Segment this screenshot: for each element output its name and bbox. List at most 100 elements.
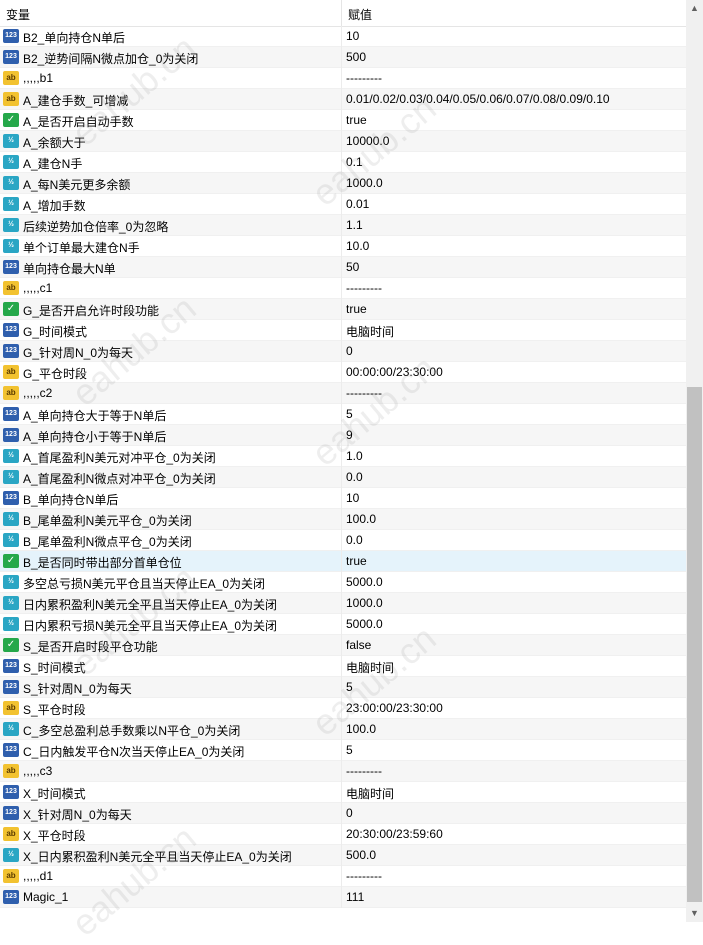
table-row[interactable]: ½ B_尾单盈利N美元平仓_0为关闭 100.0	[0, 509, 686, 530]
variable-value[interactable]: 5	[346, 407, 353, 421]
table-row[interactable]: ✓ A_是否开启自动手数 true	[0, 110, 686, 131]
table-row[interactable]: ½ A_首尾盈利N微点对冲平仓_0为关闭 0.0	[0, 467, 686, 488]
variable-value[interactable]: 5000.0	[346, 617, 383, 631]
variable-name: B_尾单盈利N微点平仓_0为关闭	[23, 535, 192, 549]
table-row[interactable]: 123 单向持仓最大N单 50	[0, 257, 686, 278]
variable-value[interactable]: 0.0	[346, 533, 363, 547]
column-header-variable[interactable]: 变量	[6, 6, 30, 23]
table-row[interactable]: ½ 后续逆势加仓倍率_0为忽略 1.1	[0, 215, 686, 236]
column-divider[interactable]	[341, 0, 342, 26]
table-row[interactable]: ab ,,,,,c2 ---------	[0, 383, 686, 404]
table-row[interactable]: ½ B_尾单盈利N微点平仓_0为关闭 0.0	[0, 530, 686, 551]
table-row[interactable]: ab ,,,,,c3 ---------	[0, 761, 686, 782]
table-row[interactable]: ½ 日内累积亏损N美元全平且当天停止EA_0为关闭 5000.0	[0, 614, 686, 635]
table-row[interactable]: 123 B2_逆势间隔N微点加仓_0为关闭 500	[0, 47, 686, 68]
variable-value[interactable]: 10	[346, 491, 359, 505]
variable-value[interactable]: true	[346, 113, 367, 127]
table-row[interactable]: ✓ S_是否开启时段平仓功能 false	[0, 635, 686, 656]
variable-value[interactable]: 500.0	[346, 848, 376, 862]
variable-value[interactable]: 0.0	[346, 470, 363, 484]
table-row[interactable]: ab ,,,,,d1 ---------	[0, 866, 686, 887]
variable-value[interactable]: 500	[346, 50, 366, 64]
variable-value[interactable]: ---------	[346, 869, 382, 883]
table-row[interactable]: ½ X_日内累积盈利N美元全平且当天停止EA_0为关闭 500.0	[0, 845, 686, 866]
table-row[interactable]: 123 B_单向持仓N单后 10	[0, 488, 686, 509]
variable-value[interactable]: 5	[346, 743, 353, 757]
table-row[interactable]: ½ 单个订单最大建仓N手 10.0	[0, 236, 686, 257]
table-row[interactable]: 123 G_针对周N_0为每天 0	[0, 341, 686, 362]
table-row[interactable]: 123 S_时间模式 电脑时间	[0, 656, 686, 677]
table-row[interactable]: 123 S_针对周N_0为每天 5	[0, 677, 686, 698]
variable-value[interactable]: 1000.0	[346, 176, 383, 190]
table-row[interactable]: 123 B2_单向持仓N单后 10	[0, 26, 686, 47]
variable-value[interactable]: true	[346, 302, 367, 316]
column-header-value[interactable]: 赋值	[348, 6, 372, 23]
variable-name: ,,,,,c2	[23, 386, 53, 400]
table-row[interactable]: ½ A_每N美元更多余额 1000.0	[0, 173, 686, 194]
scroll-up-icon[interactable]: ▲	[686, 0, 703, 17]
table-row[interactable]: ½ A_建仓N手 0.1	[0, 152, 686, 173]
table-row[interactable]: ½ 多空总亏损N美元平仓且当天停止EA_0为关闭 5000.0	[0, 572, 686, 593]
table-row[interactable]: ab ,,,,,c1 ---------	[0, 278, 686, 299]
table-row[interactable]: 123 X_针对周N_0为每天 0	[0, 803, 686, 824]
integer-icon: 123	[3, 806, 19, 820]
double-icon: ½	[3, 449, 19, 463]
variable-value[interactable]: 23:00:00/23:30:00	[346, 701, 443, 715]
variable-value[interactable]: ---------	[346, 386, 382, 400]
table-row[interactable]: ½ 日内累积盈利N美元全平且当天停止EA_0为关闭 1000.0	[0, 593, 686, 614]
scroll-down-icon[interactable]: ▼	[686, 905, 703, 922]
variable-value[interactable]: ---------	[346, 71, 382, 85]
variable-value[interactable]: 1.1	[346, 218, 363, 232]
variable-value[interactable]: 50	[346, 260, 359, 274]
table-row[interactable]: 123 X_时间模式 电脑时间	[0, 782, 686, 803]
table-row[interactable]: ab A_建仓手数_可增减 0.01/0.02/0.03/0.04/0.05/0.0…	[0, 89, 686, 110]
table-row[interactable]: 123 A_单向持仓大于等于N单后 5	[0, 404, 686, 425]
table-row[interactable]: ab G_平仓时段 00:00:00/23:30:00	[0, 362, 686, 383]
variable-value[interactable]: ---------	[346, 764, 382, 778]
variable-value[interactable]: 0.01	[346, 197, 369, 211]
double-icon: ½	[3, 596, 19, 610]
variable-value[interactable]: 20:30:00/23:59:60	[346, 827, 443, 841]
variable-value[interactable]: 1.0	[346, 449, 363, 463]
table-row[interactable]: ½ C_多空总盈利总手数乘以N平仓_0为关闭 100.0	[0, 719, 686, 740]
inputs-grid: 变量 赋值 123 B2_单向持仓N单后 10 123 B2_逆势间隔N微点加仓_0为关…	[0, 0, 686, 922]
scrollbar-thumb[interactable]	[687, 387, 702, 902]
variable-value[interactable]: 5000.0	[346, 575, 383, 589]
vertical-scrollbar[interactable]: ▲ ▼	[686, 0, 703, 922]
variable-value[interactable]: 电脑时间	[346, 785, 394, 802]
variable-value[interactable]: 0.01/0.02/0.03/0.04/0.05/0.06/0.07/0.08/…	[346, 92, 610, 106]
table-row[interactable]: ✓ G_是否开启允许时段功能 true	[0, 299, 686, 320]
table-row[interactable]: ab ,,,,,b1 ---------	[0, 68, 686, 89]
table-row[interactable]: 123 Magic_1 111	[0, 887, 686, 908]
table-row[interactable]: ✓ B_是否同时带出部分首单仓位 true	[0, 551, 686, 572]
variable-value[interactable]: 9	[346, 428, 353, 442]
variable-value[interactable]: 0	[346, 344, 353, 358]
variable-value[interactable]: 10000.0	[346, 134, 389, 148]
variable-value[interactable]: 0.1	[346, 155, 363, 169]
table-row[interactable]: ab S_平仓时段 23:00:00/23:30:00	[0, 698, 686, 719]
variable-value[interactable]: 00:00:00/23:30:00	[346, 365, 443, 379]
variable-value[interactable]: true	[346, 554, 367, 568]
variable-name: G_针对周N_0为每天	[23, 346, 134, 360]
cell-divider	[341, 551, 342, 572]
variable-value[interactable]: 111	[346, 890, 364, 904]
table-row[interactable]: ½ A_首尾盈利N美元对冲平仓_0为关闭 1.0	[0, 446, 686, 467]
variable-value[interactable]: 100.0	[346, 512, 376, 526]
variable-value[interactable]: 5	[346, 680, 353, 694]
integer-icon: 123	[3, 785, 19, 799]
variable-value[interactable]: 0	[346, 806, 353, 820]
variable-value[interactable]: 10	[346, 29, 359, 43]
table-row[interactable]: ab X_平仓时段 20:30:00/23:59:60	[0, 824, 686, 845]
variable-value[interactable]: 电脑时间	[346, 323, 394, 340]
variable-value[interactable]: false	[346, 638, 371, 652]
table-row[interactable]: ½ A_余额大于 10000.0	[0, 131, 686, 152]
variable-value[interactable]: 10.0	[346, 239, 369, 253]
variable-value[interactable]: ---------	[346, 281, 382, 295]
variable-value[interactable]: 电脑时间	[346, 659, 394, 676]
table-row[interactable]: 123 G_时间模式 电脑时间	[0, 320, 686, 341]
table-row[interactable]: 123 A_单向持仓小于等于N单后 9	[0, 425, 686, 446]
variable-value[interactable]: 1000.0	[346, 596, 383, 610]
variable-value[interactable]: 100.0	[346, 722, 376, 736]
table-row[interactable]: ½ A_增加手数 0.01	[0, 194, 686, 215]
table-row[interactable]: 123 C_日内触发平仓N次当天停止EA_0为关闭 5	[0, 740, 686, 761]
